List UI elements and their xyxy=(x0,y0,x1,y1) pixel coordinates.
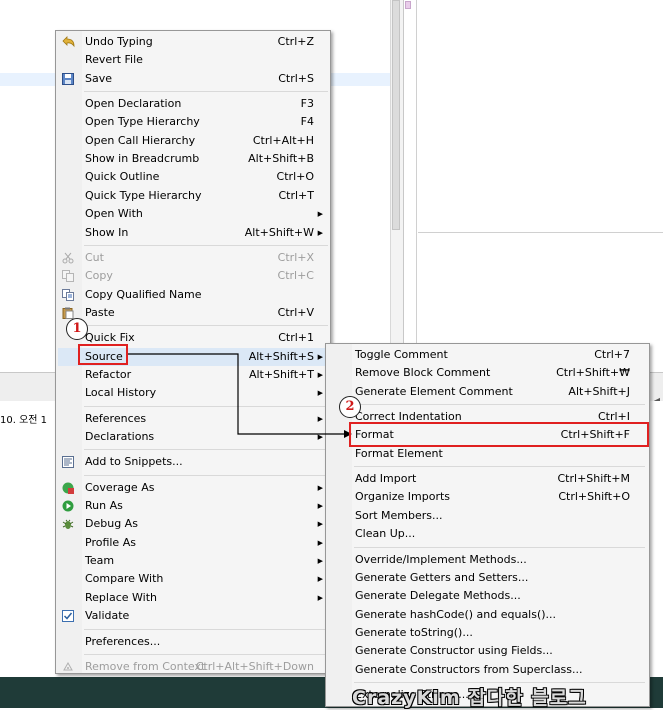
source-highlight-box xyxy=(78,344,128,365)
step-1-badge: 1 xyxy=(66,318,88,340)
blog-watermark: CrazyKim 잡다한 블로그 xyxy=(352,687,587,709)
step-2-badge: 2 xyxy=(339,396,361,418)
format-highlight-box xyxy=(349,422,649,447)
